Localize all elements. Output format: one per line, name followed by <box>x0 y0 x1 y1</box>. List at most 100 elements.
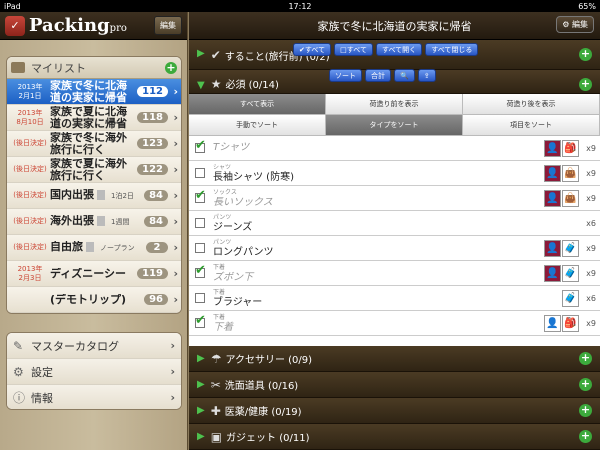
settings-button[interactable]: ⚙ 編集 <box>556 16 594 33</box>
trip-name: 家族で冬に海外旅行に行く <box>50 132 137 156</box>
trip-note: 1泊2日 <box>111 192 134 200</box>
trip-name-text: 国内出張 <box>50 189 94 201</box>
trip-item[interactable]: (後日決定) 家族で夏に海外旅行に行く 122 › <box>7 157 181 183</box>
my-list-panel: マイリスト + 2013年 2月1日 家族で冬に北海道の実家に帰省 112 › 2013… <box>6 56 182 314</box>
item-text: パンツ ロングパンツ <box>213 238 544 258</box>
item-checkbox[interactable] <box>195 138 206 153</box>
sort-button[interactable]: ソート <box>329 69 362 82</box>
trip-item[interactable]: (後日決定) 海外出張 1週間 84 › <box>7 209 181 235</box>
item-count-badge: 118 <box>137 112 168 123</box>
item-name: ズボン下 <box>213 272 253 283</box>
trip-name: 家族で冬に北海道の実家に帰省 <box>50 80 137 104</box>
add-item-button[interactable]: + <box>579 404 592 417</box>
menu-item[interactable]: ✎ マスターカタログ › <box>7 333 181 359</box>
item-checkbox[interactable] <box>195 218 205 228</box>
item-checkbox[interactable] <box>195 313 206 328</box>
item-checkbox[interactable] <box>195 293 205 303</box>
menu-item-label: 設定 <box>31 365 53 379</box>
collapse-icon: ▼ <box>197 80 205 91</box>
trip-item[interactable]: 2013年 8月10日 家族で夏に北海道の実家に帰省 118 › <box>7 105 181 131</box>
assigned-people: 👤 🧳 <box>544 264 579 282</box>
chevron-right-icon: › <box>173 111 178 124</box>
search-icon[interactable]: 🔍 <box>394 69 415 82</box>
collapse-all-button[interactable]: すべて閉じる <box>425 43 479 56</box>
trip-title: 家族で冬に北海道の実家に帰省 <box>317 19 472 33</box>
chevron-right-icon: › <box>173 85 178 98</box>
gear-icon: ⚙ <box>13 364 24 379</box>
edit-button[interactable]: 編集 <box>154 16 182 35</box>
menu-item[interactable]: ⓘ 情報 › <box>7 385 181 409</box>
item-row[interactable]: パンツ ロングパンツ 👤 🧳 x9 <box>189 236 600 261</box>
umbrella-icon: ☂ <box>210 351 222 366</box>
trip-date: (後日決定) <box>13 217 47 225</box>
category-row[interactable]: ▶ ▣ ガジェット (0/11) + <box>189 424 600 450</box>
item-checkbox[interactable] <box>195 263 206 278</box>
item-row[interactable]: 下着ズボン下👤🧳x9 <box>189 261 600 286</box>
trip-name-text: 家族で夏に北海道の実家に帰省 <box>50 105 127 130</box>
trip-item[interactable]: (後日決定) 家族で冬に海外旅行に行く 123 › <box>7 131 181 157</box>
item-checkbox[interactable] <box>195 243 205 253</box>
document-icon <box>97 190 105 200</box>
add-item-button[interactable]: + <box>579 78 592 91</box>
sort-selector: 手動でソート タイプをソート 項目をソート <box>189 115 600 136</box>
category-row[interactable]: ▶ ☂ アクセサリー (0/9) + <box>189 346 600 372</box>
sidebar-menu: ✎ マスターカタログ › ⚙ 設定 › ⓘ 情報 › <box>6 332 182 410</box>
trip-date: (後日決定) <box>13 243 47 251</box>
gadget-icon: ▣ <box>210 429 223 444</box>
item-row[interactable]: シャツ 長袖シャツ (防寒) 👤 👜 x9 <box>189 161 600 186</box>
trip-item[interactable]: (デモトリップ) 96 › <box>7 287 181 313</box>
category-row[interactable]: ▶ ✚ 医薬/健康 (0/19) + <box>189 398 600 424</box>
chevron-right-icon: › <box>170 339 175 352</box>
toiletries-icon: ✂ <box>210 377 221 392</box>
segment-option[interactable]: 項目をソート <box>463 115 600 135</box>
segment-option[interactable]: すべて表示 <box>189 94 326 114</box>
check-all-button[interactable]: ✔すべて <box>293 43 332 56</box>
item-row[interactable]: 下着 ブラジャー 🧳 x6 <box>189 286 600 311</box>
add-item-button[interactable]: + <box>579 378 592 391</box>
trip-item[interactable]: 2013年 2月1日 家族で冬に北海道の実家に帰省 112 › <box>7 79 181 105</box>
share-icon[interactable]: ⇪ <box>417 69 436 82</box>
item-row[interactable]: 下着下着👤🎒x9 <box>189 311 600 336</box>
item-checkbox[interactable] <box>195 188 206 203</box>
category-row[interactable]: ▶ ✂ 洗面道具 (0/16) + <box>189 372 600 398</box>
item-row[interactable]: Tシャツ 👤🎒 x9 <box>189 136 600 161</box>
trip-item[interactable]: (後日決定) 国内出張 1泊2日 84 › <box>7 183 181 209</box>
trip-date: 2013年 8月10日 <box>16 108 44 126</box>
item-count-badge: 84 <box>144 216 168 227</box>
segment-option[interactable]: 荷造り前を表示 <box>326 94 463 114</box>
menu-item[interactable]: ⚙ 設定 › <box>7 359 181 385</box>
item-count-badge: 122 <box>137 164 168 175</box>
chevron-right-icon: › <box>173 293 178 306</box>
trip-name-text: (デモトリップ) <box>50 293 127 306</box>
item-name: 下着 <box>213 322 233 333</box>
trip-item[interactable]: (後日決定) 自由旅 ノープラン 2 › <box>7 235 181 261</box>
device-label: iPad <box>4 1 21 11</box>
uncheck-all-button[interactable]: □すべて <box>334 43 373 56</box>
category-label: 医薬/健康 (0/19) <box>224 407 302 418</box>
trip-item[interactable]: 2013年 2月3日 ディズニーシー 119 › <box>7 261 181 287</box>
expand-all-button[interactable]: すべて開く <box>375 43 423 56</box>
add-trip-button[interactable]: + <box>165 61 177 74</box>
segment-option[interactable]: 手動でソート <box>189 115 326 135</box>
item-checkbox[interactable] <box>195 168 205 178</box>
item-quantity: x9 <box>586 243 596 253</box>
trip-name-text: ディズニーシー <box>50 267 127 280</box>
add-item-button[interactable]: + <box>579 352 592 365</box>
segment-option[interactable]: 荷造り後を表示 <box>463 94 600 114</box>
add-item-button[interactable]: + <box>579 430 592 443</box>
person-icon: 🧳 <box>562 239 579 257</box>
expand-icon: ▶ <box>197 431 205 442</box>
chevron-right-icon: › <box>173 267 178 280</box>
chevron-right-icon: › <box>170 391 175 404</box>
add-item-button[interactable]: + <box>579 48 592 61</box>
medical-icon: ✚ <box>210 403 221 418</box>
total-button[interactable]: 合計 <box>365 69 391 82</box>
item-quantity: x9 <box>586 268 596 278</box>
item-row[interactable]: ソックス長いソックス👤👜 x9 <box>189 186 600 211</box>
tool-buttons: ソート 合計 🔍 ⇪ <box>329 69 436 82</box>
my-list-header: マイリスト + <box>7 57 181 79</box>
person-icon: 👜 <box>562 189 579 207</box>
segment-option[interactable]: タイプをソート <box>326 115 463 135</box>
item-row[interactable]: パンツ ジーンズ x6 <box>189 211 600 236</box>
document-icon <box>86 242 94 252</box>
